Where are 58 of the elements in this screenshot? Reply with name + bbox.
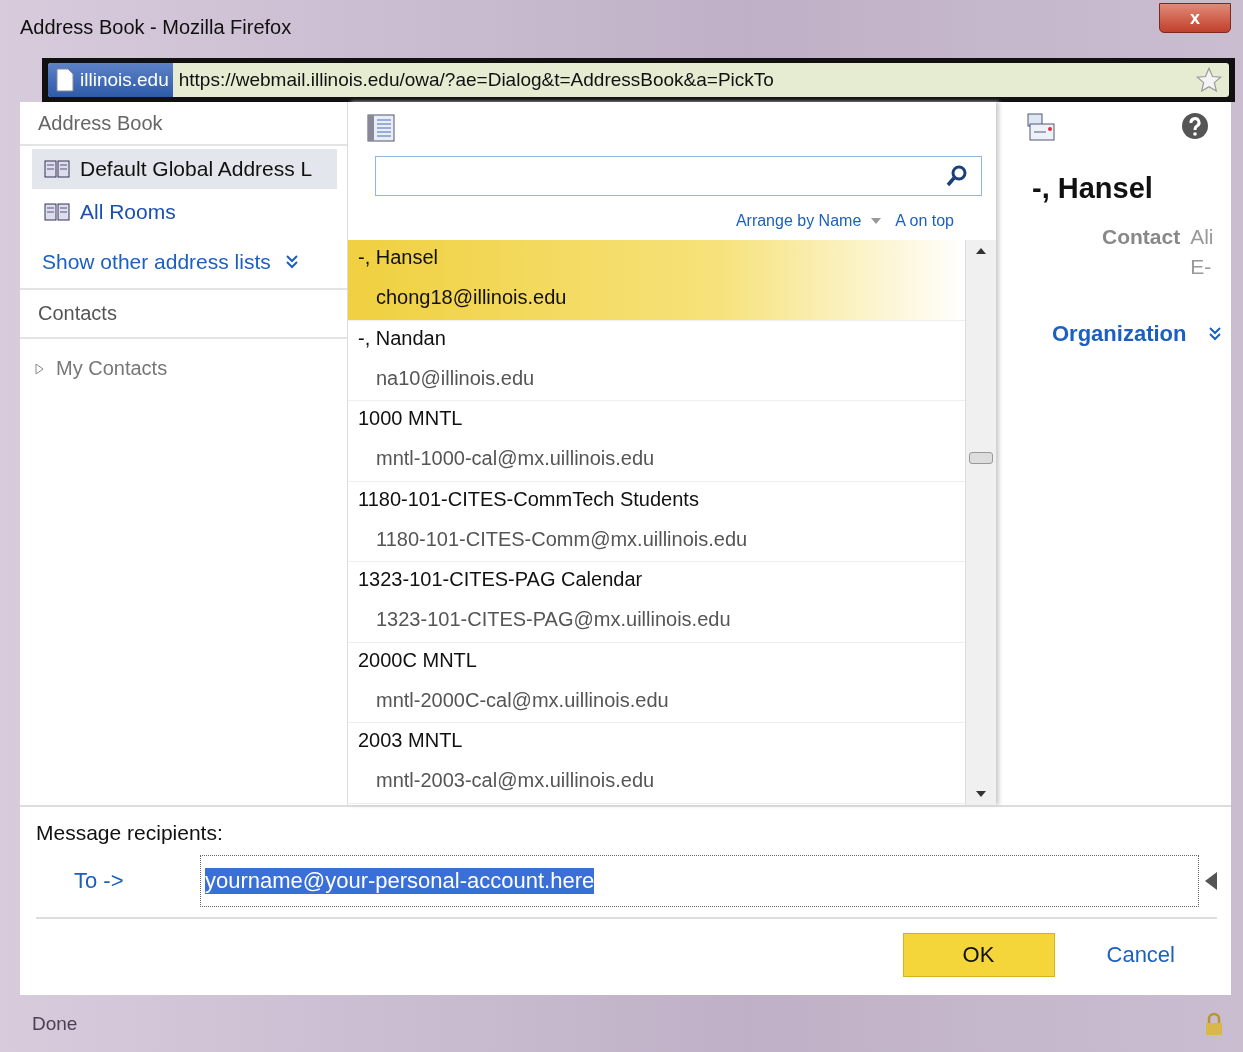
contact-name: 1323-101-CITES-PAG Calendar bbox=[357, 567, 644, 592]
cancel-link[interactable]: Cancel bbox=[1100, 941, 1181, 969]
section-header: Address Book bbox=[20, 102, 347, 146]
double-chevron-icon[interactable] bbox=[1208, 326, 1223, 342]
ok-button[interactable]: OK bbox=[902, 933, 1055, 977]
scroll-down-arrow-icon[interactable] bbox=[976, 791, 986, 797]
organization-link[interactable]: Organization bbox=[1052, 321, 1187, 347]
sort-order-link[interactable]: A on top bbox=[895, 212, 954, 230]
contact-email: na10@illinois.edu bbox=[375, 365, 536, 390]
help-icon[interactable] bbox=[1181, 112, 1209, 140]
contact-email: 1180-101-CITES-Comm@mx.uillinois.edu bbox=[375, 526, 749, 551]
contact-row[interactable]: -, Hansel chong18@illinois.edu bbox=[348, 240, 965, 321]
caret-icon bbox=[871, 218, 882, 224]
contact-name: -, Nandan bbox=[357, 325, 447, 351]
window-title: Address Book - Mozilla Firefox bbox=[20, 15, 292, 39]
status-text: Done bbox=[32, 1012, 78, 1035]
contact-email: mntl-2003-cal@mx.uillinois.edu bbox=[375, 768, 656, 792]
expand-triangle-icon bbox=[34, 362, 44, 375]
contact-name: -, Hansel bbox=[357, 245, 440, 270]
double-chevron-icon[interactable] bbox=[284, 254, 299, 270]
scrollbar[interactable] bbox=[965, 240, 996, 805]
to-button[interactable]: To -> bbox=[36, 867, 200, 895]
contact-email: chong18@illinois.edu bbox=[375, 285, 568, 309]
padlock-icon bbox=[1205, 1011, 1223, 1036]
address-bar[interactable]: illinois.edu https://webmail.illinois.edu/owa/?ae=Dialog&t=AddressBook&a=PickTo bbox=[48, 63, 1229, 97]
address-list-item[interactable]: Default Global Address L bbox=[32, 149, 337, 189]
close-button[interactable]: x bbox=[1159, 3, 1231, 33]
arrange-by-dropdown[interactable]: Arrange by Name bbox=[735, 212, 882, 230]
address-book-icon bbox=[44, 159, 70, 179]
show-other-lists-link[interactable]: Show other address lists bbox=[42, 250, 271, 274]
field-label: Ali bbox=[1190, 225, 1214, 249]
address-list-item[interactable]: All Rooms bbox=[32, 192, 337, 232]
bookmark-star-icon[interactable] bbox=[1195, 66, 1223, 94]
section-header: Contacts bbox=[20, 290, 347, 339]
contact-email: mntl-2000C-cal@mx.uillinois.edu bbox=[375, 687, 670, 712]
scroll-thumb[interactable] bbox=[969, 451, 993, 464]
contact-card-icon[interactable] bbox=[1026, 112, 1056, 142]
recipients-label: Message recipients: bbox=[36, 821, 224, 845]
address-book-icon bbox=[44, 202, 70, 222]
recipient-input-field[interactable]: yourname@your-personal-account.here bbox=[200, 855, 1199, 907]
contact-email: 1323-101-CITES-PAG@mx.uillinois.edu bbox=[375, 607, 732, 631]
contact-name: 1180-101-CITES-CommTech Students bbox=[357, 486, 700, 512]
section-label: Contact bbox=[1102, 225, 1181, 250]
contact-name: 2000C MNTL bbox=[357, 647, 478, 673]
list-view-icon[interactable] bbox=[367, 114, 395, 142]
field-label: E- bbox=[1190, 255, 1213, 279]
tree-item[interactable]: My Contacts bbox=[20, 339, 347, 398]
left-triangle-icon bbox=[1205, 872, 1217, 890]
page-icon bbox=[56, 68, 74, 92]
scroll-up-arrow-icon[interactable] bbox=[976, 248, 986, 254]
contact-name: 1000 MNTL bbox=[357, 406, 464, 431]
url-text: https://webmail.illinois.edu/owa/?ae=Dialog&t=AddressBook&a=PickTo bbox=[177, 69, 775, 91]
search-field[interactable] bbox=[375, 156, 982, 196]
contact-display-name: -, Hansel bbox=[1032, 172, 1154, 205]
site-identity-button[interactable]: illinois.edu bbox=[48, 63, 173, 97]
search-icon[interactable] bbox=[945, 164, 969, 188]
contact-name: 2003 MNTL bbox=[357, 728, 464, 753]
contact-email: mntl-1000-cal@mx.uillinois.edu bbox=[375, 446, 656, 470]
